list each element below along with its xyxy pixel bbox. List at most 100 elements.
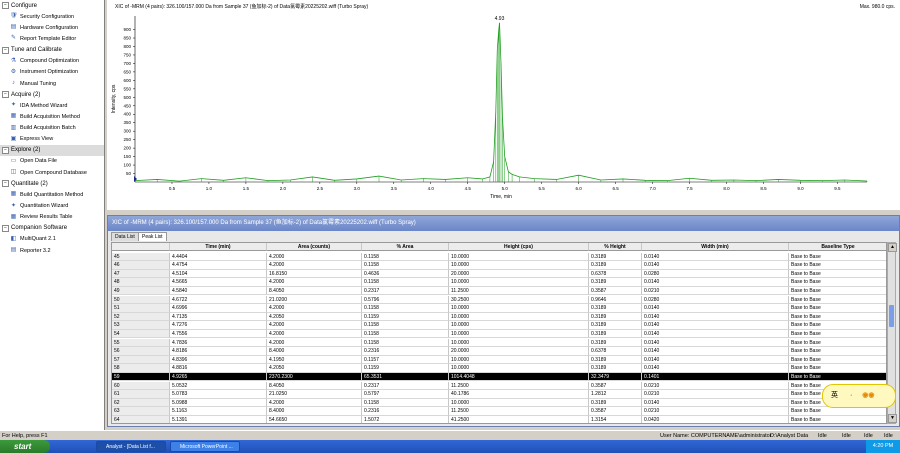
table-row[interactable]: 46 4.4754 4.2000 0.1158 10.0000 0.3189 0.0140 B…	[112, 261, 886, 270]
scroll-up-button[interactable]: ▲	[888, 243, 897, 252]
expand-icon[interactable]: −	[2, 180, 9, 188]
table-row[interactable]: 51 4.6996 4.2000 0.1158 10.0000 0.3189 0.0140 B…	[112, 304, 886, 313]
nav-item-0-0[interactable]: 🛡 Security Configuration	[0, 11, 104, 22]
reporter-icon: ▤	[10, 247, 17, 254]
tab-data-list[interactable]: Data List	[111, 232, 139, 241]
nav-group-1[interactable]: − Tune and Calibrate	[0, 45, 104, 56]
table-cell: 4.2050	[267, 364, 362, 373]
taskbar-powerpoint-button[interactable]: Microsoft PowerPoint ...	[170, 441, 240, 452]
table-cell: 5.0988	[170, 398, 267, 408]
row-number: 58	[112, 364, 170, 373]
nav-item-0-2[interactable]: ✎ Report Template Editor	[0, 33, 104, 44]
table-row[interactable]: 54 4.7556 4.2000 0.1158 10.0000 0.3189 0.0140 B…	[112, 330, 886, 339]
expand-icon[interactable]: −	[2, 46, 9, 54]
method-icon: ▦	[10, 191, 17, 198]
table-cell: 4.2000	[267, 321, 362, 330]
nav-item-2-0[interactable]: ✦ IDA Method Wizard	[0, 100, 104, 111]
table-row[interactable]: 55 4.7836 4.2000 0.1158 10.0000 0.3189 0.0140 B…	[112, 338, 886, 347]
nav-item-2-2[interactable]: ▥ Build Acquisition Batch	[0, 123, 104, 134]
batch-icon: ▥	[10, 124, 17, 131]
table-row[interactable]: 45 4.4404 4.2000 0.1158 10.0000 0.3189 0.0140 B…	[112, 252, 886, 261]
peak-list-title: XIC of -MRM (4 pairs): 326.100/157.000 D…	[108, 216, 899, 231]
table-cell: 10.0000	[449, 252, 589, 261]
row-number: 51	[112, 304, 170, 313]
nav-item-5-0[interactable]: ◧ MultiQuant 2.1	[0, 234, 104, 245]
scrollbar-thumb[interactable]	[889, 305, 894, 327]
nav-group-3[interactable]: − Explore (2)	[0, 144, 104, 156]
table-row[interactable]: 49 4.5840 8.4050 0.2317 11.2500 0.3587 0.0210 B…	[112, 287, 886, 296]
table-row[interactable]: 58 4.8816 4.2050 0.1159 10.0000 0.3189 0.0140 B…	[112, 364, 886, 373]
table-row[interactable]: 50 4.6722 21.0200 0.5796 30.2500 0.9646 0.0280…	[112, 295, 886, 304]
nav-item-4-0[interactable]: ▦ Build Quantitation Method	[0, 189, 104, 200]
taskbar-analyst-button[interactable]: Analyst - [Data List f...	[96, 441, 166, 452]
table-cell: 0.1401	[642, 373, 789, 382]
nav-item-label: Manual Tuning	[20, 80, 57, 87]
table-row[interactable]: 59 4.9265 2370.2300 65.3531 1014.4048 32.3479…	[112, 373, 886, 382]
ime-eyes-icon[interactable]: ◉◉	[862, 392, 874, 399]
table-row[interactable]: 63 5.1163 8.4000 0.2316 11.2500 0.3587 0.0210 B…	[112, 407, 886, 416]
ime-toolbar[interactable]: 英 · ◉◉	[822, 384, 896, 408]
y-tick-label: 250	[123, 137, 131, 142]
table-cell: Base to Base	[789, 253, 886, 261]
start-button[interactable]: start	[0, 440, 50, 453]
scroll-down-button[interactable]: ▼	[888, 414, 897, 423]
table-cell: 0.6378	[589, 269, 642, 279]
nav-item-3-1[interactable]: ◫ Open Compound Database	[0, 167, 104, 178]
tab-peak-list[interactable]: Peak List	[138, 232, 167, 241]
nav-item-5-1[interactable]: ▤ Reporter 3.2	[0, 245, 104, 256]
expand-icon[interactable]: −	[2, 91, 9, 99]
table-cell: 10.0000	[449, 398, 589, 408]
table-row[interactable]: 57 4.8396 4.1950 0.1157 10.0000 0.3189 0.0140 B…	[112, 355, 886, 365]
expand-icon[interactable]: −	[2, 224, 9, 232]
table-cell: Base to Base	[789, 287, 886, 296]
column-header[interactable]: Time (min)	[170, 243, 267, 252]
table-row[interactable]: 53 4.7276 4.2000 0.1158 10.0000 0.3189 0.0140 B…	[112, 321, 886, 330]
column-header[interactable]: Height (cps)	[449, 243, 589, 252]
nav-item-0-1[interactable]: ▤ Hardware Configuration	[0, 22, 104, 33]
column-header[interactable]: % Height	[589, 243, 642, 252]
table-cell: 10.0000	[449, 278, 589, 287]
x-tick-label: 4.0	[428, 186, 435, 191]
expand-icon[interactable]: −	[2, 146, 9, 154]
nav-item-1-0[interactable]: ⚗ Compound Optimization	[0, 56, 104, 67]
table-cell: 0.0140	[642, 278, 789, 287]
nav-item-3-0[interactable]: ▭ Open Data File	[0, 156, 104, 167]
table-row[interactable]: 60 5.0532 8.4050 0.2317 11.2500 0.3587 0.0210 B…	[112, 381, 886, 390]
nav-item-1-1[interactable]: ⚙ Instrument Optimization	[0, 67, 104, 78]
nav-item-2-1[interactable]: ▦ Build Acquisition Method	[0, 111, 104, 122]
ime-dot[interactable]: ·	[850, 392, 852, 399]
table-row[interactable]: 61 5.0783 21.0250 0.5797 40.1786 1.2812 0.0210…	[112, 390, 886, 399]
column-header[interactable]: Area (counts)	[267, 243, 362, 252]
table-row[interactable]: 47 4.5104 16.8150 0.4636 20.0000 0.6378 0.0280…	[112, 269, 886, 279]
table-row[interactable]: 56 4.8186 8.4000 0.2316 20.0000 0.6378 0.0140 B…	[112, 347, 886, 356]
column-header[interactable]: % Area	[362, 243, 449, 252]
nav-item-label: MultiQuant 2.1	[20, 236, 56, 243]
table-row[interactable]: 48 4.5665 4.2000 0.1158 10.0000 0.3189 0.0140 B…	[112, 278, 886, 287]
x-tick-label: 2.0	[280, 186, 287, 191]
column-header[interactable]	[112, 243, 170, 252]
column-header[interactable]: Baseline Type	[789, 243, 886, 252]
table-cell: 4.7276	[170, 321, 267, 330]
table-cell: 0.0420	[642, 416, 789, 423]
nav-group-4[interactable]: − Quantitate (2)	[0, 178, 104, 189]
expand-icon[interactable]: −	[2, 2, 9, 9]
table-cell: 4.8816	[170, 364, 267, 373]
nav-item-4-2[interactable]: ▦ Review Results Table	[0, 212, 104, 223]
nav-item-2-3[interactable]: ▣ Express View	[0, 134, 104, 145]
table-row[interactable]: 52 4.7135 4.2050 0.1159 10.0000 0.3189 0.0140 B…	[112, 312, 886, 322]
nav-item-4-1[interactable]: ✦ Quantitation Wizard	[0, 200, 104, 211]
nav-group-label: Quantitate (2)	[11, 180, 48, 187]
y-tick-label: 900	[123, 27, 131, 32]
table-row[interactable]: 64 5.1391 54.6650 1.5072 41.2500 1.3154 0.0420…	[112, 416, 886, 423]
ime-language[interactable]: 英	[831, 392, 838, 399]
nav-group-2[interactable]: − Acquire (2)	[0, 89, 104, 100]
row-number: 59	[112, 373, 170, 382]
nav-item-1-2[interactable]: ♪ Manual Tuning	[0, 78, 104, 89]
table-row[interactable]: 62 5.0988 4.2000 0.1158 10.0000 0.3189 0.0140 B…	[112, 398, 886, 408]
table-cell: 0.0210	[642, 381, 789, 390]
nav-group-0[interactable]: − Configure	[0, 0, 104, 11]
y-tick-label: 800	[123, 44, 131, 49]
nav-group-5[interactable]: − Companion Software	[0, 223, 104, 234]
wizard-icon: ✦	[10, 202, 17, 209]
column-header[interactable]: Width (min)	[642, 243, 789, 252]
